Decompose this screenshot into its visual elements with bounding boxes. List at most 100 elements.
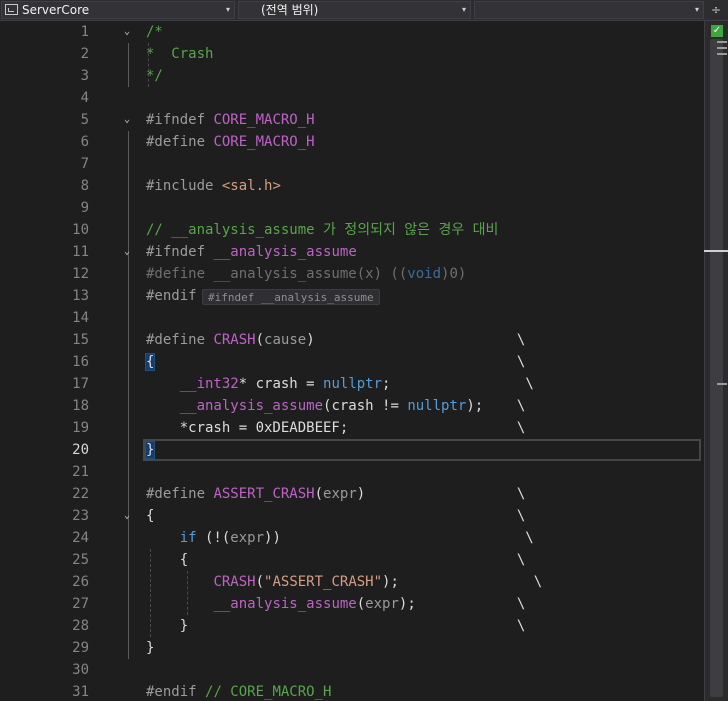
code-text: #define __analysis_assume(x) ((void)0) [146,266,467,282]
code-line[interactable]: 18 __analysis_assume(crash != nullptr); … [0,395,704,417]
line-number: 16 [72,354,89,370]
line-number: 30 [72,662,89,678]
inline-hint: #ifndef __analysis_assume [202,289,380,305]
code-line[interactable]: 1 ⌄ /* [0,21,704,43]
line-number: 18 [72,398,89,414]
code-line[interactable]: 20} [0,439,704,461]
code-text: */ [146,68,163,84]
line-number: 13 [72,288,89,304]
line-number: 12 [72,266,89,282]
code-line[interactable]: 6 #define CORE_MACRO_H [0,131,704,153]
code-line[interactable]: 27 __analysis_assume(expr); \ [0,593,704,615]
code-text: } [144,441,156,459]
code-line[interactable]: 5 ⌄ #ifndef CORE_MACRO_H [0,109,704,131]
code-line[interactable]: 3 */ [0,65,704,87]
code-line[interactable]: 9 [0,197,704,219]
line-number: 24 [72,530,89,546]
code-line[interactable]: 19 *crash = 0xDEADBEEF; \ [0,417,704,439]
member-dropdown[interactable]: ▾ [474,1,704,19]
line-number: 3 [80,68,89,84]
overview-marker [717,53,727,55]
line-number: 5 [80,112,89,128]
code-line[interactable]: 23 ⌄ { \ [0,505,704,527]
code-line[interactable]: 26 CRASH("ASSERT_CRASH"); \ [0,571,704,593]
line-number: 14 [72,310,89,326]
scroll-thumb[interactable] [710,39,727,697]
line-number: 21 [72,464,89,480]
code-line[interactable]: 22 #define ASSERT_CRASH(expr) \ [0,483,704,505]
code-text: CRASH("ASSERT_CRASH"); \ [213,574,543,590]
code-line[interactable]: 25 { \ [0,549,704,571]
line-number: 8 [80,178,89,194]
line-number: 7 [80,156,89,172]
code-editor-window: ServerCore ▾ (전역 범위) ▾ ▾ ÷ 1 ⌄ /* 2 * Crash 3… [0,0,728,701]
code-line[interactable]: 12 #define __analysis_assume(x) ((void)0) [0,263,704,285]
line-number: 4 [80,90,89,106]
scope-dropdown[interactable]: (전역 범위) ▾ [238,1,471,19]
code-line[interactable]: 10 // __analysis_assume 가 정의되지 않은 경우 대비 [0,219,704,241]
code-text: /* [146,24,163,40]
collapse-chevron-icon[interactable]: ⌄ [120,21,134,43]
code-line[interactable]: 7 [0,153,704,175]
code-text: { \ [146,552,526,568]
line-number: 25 [72,552,89,568]
line-number: 28 [72,618,89,634]
code-text: { \ [146,508,526,524]
overview-marker [717,383,727,385]
code-line[interactable]: 13 #endif #ifndef __analysis_assume [0,285,704,307]
line-number: 9 [80,200,89,216]
line-number: 22 [72,486,89,502]
code-text: // __analysis_assume 가 정의되지 않은 경우 대비 [146,222,499,238]
code-line[interactable]: 4 [0,87,704,109]
scope-label: (전역 범위) [261,3,319,17]
project-icon [5,4,18,15]
code-line[interactable]: 31 #endif // CORE_MACRO_H [0,681,704,701]
code-text: #include <sal.h> [146,178,281,194]
chevron-down-icon: ▾ [461,5,466,14]
code-text: } \ [146,618,526,634]
code-text: __analysis_assume(crash != nullptr); \ [179,398,526,414]
code-text: #ifndef CORE_MACRO_H [146,112,315,128]
line-number: 15 [72,332,89,348]
line-number: 31 [72,684,89,700]
collapse-chevron-icon[interactable]: ⌄ [120,505,134,527]
current-line-highlight [143,439,701,461]
line-number: 26 [72,574,89,590]
code-line[interactable]: 15 #define CRASH(cause) \ [0,329,704,351]
line-number: 29 [72,640,89,656]
chevron-down-icon: ▾ [225,5,230,14]
code-line[interactable]: 16 { \ [0,351,704,373]
project-dropdown[interactable]: ServerCore ▾ [1,1,235,19]
code-text: } [146,640,155,656]
code-line[interactable]: 28 } \ [0,615,704,637]
code-text: #define CORE_MACRO_H [146,134,315,150]
code-text: { \ [144,353,526,371]
code-line[interactable]: 29} [0,637,704,659]
code-text: *crash = 0xDEADBEEF; \ [146,420,526,436]
chevron-down-icon: ▾ [694,5,699,14]
code-line[interactable]: 17 __int32* crash = nullptr; \ [0,373,704,395]
code-line[interactable]: 21 [0,461,704,483]
check-icon[interactable]: ✓ [711,25,723,37]
line-number: 23 [72,508,89,524]
code-text: #endif [146,288,197,304]
navigation-bar: ServerCore ▾ (전역 범위) ▾ ▾ ÷ [0,0,728,21]
code-line[interactable]: 30 [0,659,704,681]
code-line[interactable]: 24 if (!(expr)) \ [0,527,704,549]
code-editor[interactable]: 1 ⌄ /* 2 * Crash 3 */ 4 5 ⌄ #ifndef CORE_MACRO_H 6 #… [0,21,704,701]
collapse-chevron-icon[interactable]: ⌄ [120,109,134,131]
code-text: __int32* crash = nullptr; \ [179,376,534,392]
line-number: 20 [72,442,89,458]
project-label: ServerCore [22,3,90,17]
overview-marker [717,41,727,43]
code-line[interactable]: 8 #include <sal.h> [0,175,704,197]
collapse-chevron-icon[interactable]: ⌄ [120,241,134,263]
code-line[interactable]: 2 * Crash [0,43,704,65]
line-number: 1 [80,24,89,40]
code-line[interactable]: 11 ⌄ #ifndef __analysis_assume [0,241,704,263]
code-text: * Crash [146,46,214,62]
vertical-scrollbar[interactable]: ✓ [704,21,728,701]
code-line[interactable]: 14 [0,307,704,329]
split-window-button[interactable]: ÷ [706,1,726,19]
code-text: if (!(expr)) \ [179,530,534,546]
